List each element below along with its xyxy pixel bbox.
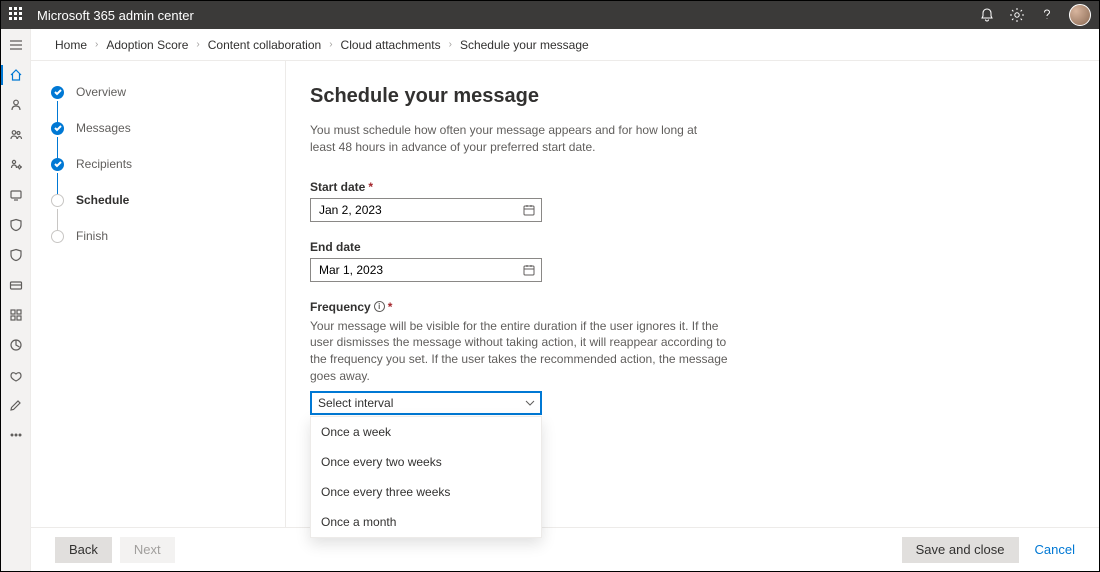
end-date-label: End date <box>310 240 1059 254</box>
next-button[interactable]: Next <box>120 537 175 563</box>
check-icon <box>51 86 64 99</box>
step-messages[interactable]: Messages <box>51 121 265 157</box>
breadcrumb-item[interactable]: Home <box>55 38 87 52</box>
step-recipients[interactable]: Recipients <box>51 157 265 193</box>
topbar: Microsoft 365 admin center <box>1 1 1099 29</box>
app-launcher-icon[interactable] <box>9 7 25 23</box>
app-title: Microsoft 365 admin center <box>37 8 194 23</box>
wizard-stepper: Overview Messages Recipients Schedule <box>31 61 285 527</box>
avatar[interactable] <box>1069 4 1091 26</box>
breadcrumb: Home › Adoption Score › Content collabor… <box>31 29 1099 61</box>
notifications-icon[interactable] <box>979 7 995 23</box>
more-icon[interactable] <box>8 427 24 443</box>
reports-icon[interactable] <box>8 337 24 353</box>
step-label: Finish <box>76 229 108 243</box>
frequency-option[interactable]: Once a month <box>311 507 541 537</box>
step-finish[interactable]: Finish <box>51 229 265 265</box>
settings-gear-icon[interactable] <box>1009 7 1025 23</box>
breadcrumb-item[interactable]: Content collaboration <box>208 38 321 52</box>
frequency-dropdown: Once a week Once every two weeks Once ev… <box>310 416 542 538</box>
chevron-right-icon: › <box>329 39 332 50</box>
chevron-right-icon: › <box>95 39 98 50</box>
step-overview[interactable]: Overview <box>51 85 265 121</box>
info-icon[interactable]: i <box>374 301 385 312</box>
step-schedule[interactable]: Schedule <box>51 193 265 229</box>
help-icon[interactable] <box>1039 7 1055 23</box>
intro-text: You must schedule how often your message… <box>310 122 710 156</box>
shield-icon[interactable] <box>8 217 24 233</box>
breadcrumb-item[interactable]: Cloud attachments <box>341 38 441 52</box>
start-date-label: Start date * <box>310 180 1059 194</box>
frequency-option[interactable]: Once a week <box>311 417 541 447</box>
health-icon[interactable] <box>8 367 24 383</box>
current-step-dot <box>51 194 64 207</box>
apps-icon[interactable] <box>8 307 24 323</box>
teams-icon[interactable] <box>8 127 24 143</box>
devices-icon[interactable] <box>8 187 24 203</box>
menu-icon[interactable] <box>8 37 24 53</box>
home-icon[interactable] <box>8 67 24 83</box>
back-button[interactable]: Back <box>55 537 112 563</box>
step-label: Recipients <box>76 157 132 171</box>
check-icon <box>51 158 64 171</box>
wizard-footer: Back Next Save and close Cancel <box>31 527 1099 571</box>
breadcrumb-item[interactable]: Adoption Score <box>106 38 188 52</box>
cancel-link[interactable]: Cancel <box>1035 542 1075 557</box>
end-date-input[interactable] <box>310 258 542 282</box>
pending-step-dot <box>51 230 64 243</box>
required-asterisk: * <box>388 300 393 314</box>
chevron-right-icon: › <box>196 39 199 50</box>
wizard-content: Schedule your message You must schedule … <box>285 61 1099 527</box>
frequency-helper-text: Your message will be visible for the ent… <box>310 318 730 385</box>
page-title: Schedule your message <box>310 85 1059 108</box>
frequency-select[interactable]: Select interval <box>310 391 542 415</box>
shield-icon[interactable] <box>8 247 24 263</box>
start-date-input[interactable] <box>310 198 542 222</box>
step-label: Overview <box>76 85 126 99</box>
required-asterisk: * <box>368 180 373 194</box>
chevron-down-icon <box>524 397 536 409</box>
step-label: Messages <box>76 121 131 135</box>
save-and-close-button[interactable]: Save and close <box>902 537 1019 563</box>
edit-icon[interactable] <box>8 397 24 413</box>
breadcrumb-item: Schedule your message <box>460 38 589 52</box>
left-nav-rail <box>1 29 31 571</box>
billing-icon[interactable] <box>8 277 24 293</box>
step-label: Schedule <box>76 193 129 207</box>
frequency-option[interactable]: Once every three weeks <box>311 477 541 507</box>
check-icon <box>51 122 64 135</box>
frequency-label: Frequency i * <box>310 300 1059 314</box>
frequency-option[interactable]: Once every two weeks <box>311 447 541 477</box>
chevron-right-icon: › <box>449 39 452 50</box>
roles-icon[interactable] <box>8 157 24 173</box>
users-icon[interactable] <box>8 97 24 113</box>
